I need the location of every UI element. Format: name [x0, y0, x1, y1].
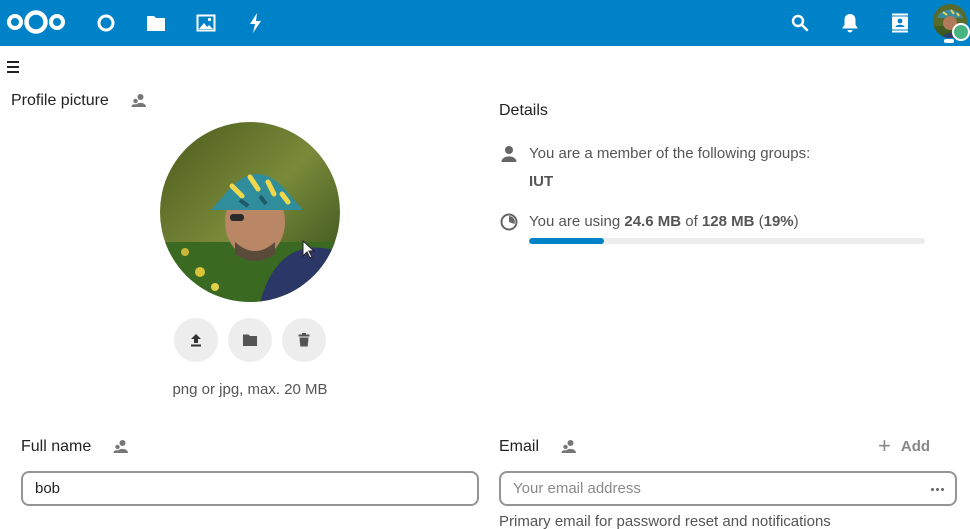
user-icon: [500, 145, 518, 163]
profile-picture: [160, 122, 340, 302]
add-email-label: Add: [900, 437, 931, 455]
remove-picture-button[interactable]: [282, 318, 326, 362]
nextcloud-logo[interactable]: [5, 8, 67, 36]
quota-paren-close: ): [793, 213, 799, 230]
full-name-label: Full name: [21, 438, 92, 455]
email-input[interactable]: [499, 471, 957, 506]
quota-pie-icon: [500, 213, 518, 231]
image-icon[interactable]: [194, 11, 218, 35]
choose-from-files-button[interactable]: [228, 318, 272, 362]
more-options-icon[interactable]: [924, 480, 950, 498]
quota-used: 24.6 MB: [624, 213, 682, 230]
add-email-button[interactable]: + Add: [878, 433, 931, 458]
plus-icon: +: [878, 433, 891, 458]
email-label: Email: [499, 438, 540, 455]
contacts-icon[interactable]: [888, 11, 912, 35]
top-header: [0, 0, 970, 46]
details-title: Details: [499, 102, 548, 119]
email-scope-icon[interactable]: [561, 438, 577, 454]
quota-total: 128 MB: [701, 213, 755, 230]
quota-percent: 19%: [763, 213, 794, 230]
quota-paren-open: (: [754, 213, 764, 230]
picture-hint: png or jpg, max. 20 MB: [172, 381, 328, 398]
groups-label: You are a member of the following groups…: [529, 145, 811, 162]
profile-picture-title: Profile picture: [11, 92, 109, 109]
full-name-input[interactable]: [21, 471, 479, 506]
email-hint: Primary email for password reset and not…: [499, 513, 831, 529]
dashboard-icon[interactable]: [94, 11, 118, 35]
quota-text: You are using 24.6 MB of 128 MB (19%): [529, 213, 799, 230]
active-indicator: [944, 39, 954, 43]
quota-prefix: You are using: [529, 213, 625, 230]
upload-icon: [191, 334, 201, 347]
quota-progress-bar: [529, 238, 925, 244]
folder-icon[interactable]: [144, 11, 168, 35]
visibility-scope-icon[interactable]: [131, 92, 147, 108]
trash-icon: [298, 333, 310, 347]
upload-picture-button[interactable]: [174, 318, 218, 362]
lightning-icon[interactable]: [244, 11, 268, 35]
quota-progress-fill: [529, 238, 605, 244]
navigation-toggle-icon[interactable]: [4, 58, 22, 76]
mouse-pointer-icon: [302, 239, 316, 260]
bell-icon[interactable]: [838, 11, 862, 35]
full-name-scope-icon[interactable]: [113, 438, 129, 454]
group-item: IUT: [529, 173, 554, 190]
quota-of: of: [681, 213, 702, 230]
folder-icon: [243, 334, 257, 346]
status-online-icon: [952, 23, 970, 41]
search-icon[interactable]: [788, 11, 812, 35]
